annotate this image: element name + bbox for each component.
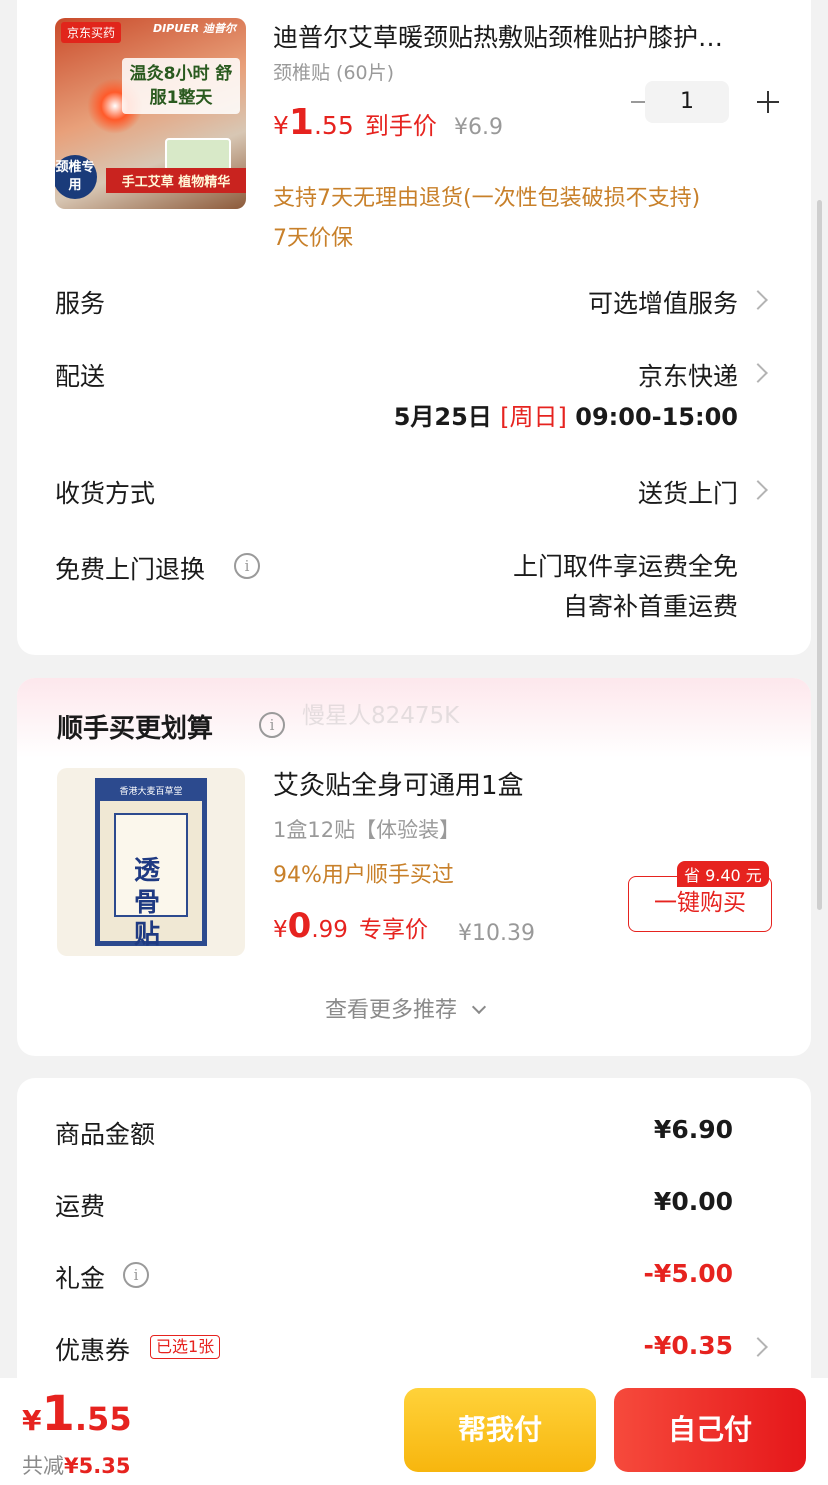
discount-value: ¥5.35 <box>64 1454 131 1478</box>
box-top-label: 香港大麦百草堂 <box>100 783 202 801</box>
shipping-label: 运费 <box>55 1192 106 1221</box>
recommend-original-price: ¥10.39 <box>458 921 535 946</box>
goods-amount-value: ¥6.90 <box>653 1115 733 1144</box>
price-protect: 7天价保 <box>273 226 353 251</box>
info-icon[interactable]: i <box>123 1262 149 1288</box>
delivery-value[interactable]: 京东快递 <box>638 357 738 393</box>
free-return-line2: 自寄补首重运费 <box>562 592 738 621</box>
product-bottom-banner: 手工艾草 植物精华 <box>106 168 246 193</box>
delivery-window: 09:00-15:00 <box>575 403 738 431</box>
help-pay-button[interactable]: 帮我付 <box>404 1388 596 1472</box>
see-more-label: 查看更多推荐 <box>325 998 458 1023</box>
info-icon[interactable]: i <box>259 712 285 738</box>
self-pay-button[interactable]: 自己付 <box>614 1388 806 1472</box>
product-title[interactable]: 迪普尔艾草暖颈贴热敷贴颈椎贴护膝护… <box>273 18 773 54</box>
coupon-label: 优惠券 <box>55 1336 131 1365</box>
delivery-date: 5月25日 <box>393 403 492 431</box>
price-decimal: .55 <box>313 111 354 140</box>
price-integer: 0 <box>287 906 312 946</box>
service-label: 服务 <box>55 289 106 318</box>
product-spec[interactable]: 颈椎贴 (60片) <box>273 58 394 85</box>
chevron-right-icon[interactable] <box>748 290 768 310</box>
brand-logo: DIPUER 迪普尔 <box>152 22 236 35</box>
return-policy: 支持7天无理由退货(一次性包装破损不支持) <box>273 186 701 211</box>
box-inner-frame: 透骨贴 <box>114 813 188 950</box>
gift-value: -¥5.00 <box>643 1259 733 1288</box>
price-decimal: .99 <box>311 917 348 943</box>
chevron-down-icon <box>471 999 487 1015</box>
receive-method-label: 收货方式 <box>55 479 156 508</box>
receive-method-value[interactable]: 送货上门 <box>638 474 738 510</box>
delivery-time[interactable]: 5月25日 [周日] 09:00-15:00 <box>394 397 738 432</box>
original-price: ¥6.9 <box>454 115 503 140</box>
free-return-line1: 上门取件享运费全免 <box>512 552 738 581</box>
see-more-link[interactable]: 查看更多推荐 <box>325 992 487 1024</box>
recommend-heading: 顺手买更划算 <box>57 714 214 744</box>
recommend-title[interactable]: 艾灸贴全身可通用1盒 <box>273 765 524 802</box>
delivery-label: 配送 <box>55 362 106 391</box>
price-integer: 1 <box>41 1386 75 1442</box>
checkout-bar: ¥1.55 共减¥5.35 帮我付 自己付 <box>0 1378 828 1485</box>
price-label: 专享价 <box>358 917 428 943</box>
goods-amount-label: 商品金额 <box>55 1120 156 1149</box>
gift-label: 礼金 <box>55 1264 106 1293</box>
coupon-selected-tag: 已选1张 <box>150 1335 221 1359</box>
product-slogan: 温灸8小时 舒服1整天 <box>122 58 240 114</box>
total-discount: 共减¥5.35 <box>22 1450 130 1480</box>
recommend-price: ¥0.99 专享价 <box>273 906 428 946</box>
recommend-card: 慢星人82475K 顺手买更划算 i 香港大麦百草堂 透骨贴 艾灸贴全身可通用1… <box>17 678 811 1056</box>
product-image[interactable]: 京东买药 DIPUER 迪普尔 温灸8小时 舒服1整天 颈椎专用 手工艾草 植物… <box>55 18 246 209</box>
neck-badge: 颈椎专用 <box>55 155 97 199</box>
info-icon[interactable]: i <box>234 553 260 579</box>
chevron-right-icon[interactable] <box>748 363 768 383</box>
watermark: 慢星人82475K <box>302 703 460 729</box>
recommend-product-image[interactable]: 香港大麦百草堂 透骨贴 <box>57 768 245 956</box>
recommend-social-proof: 94%用户顺手买过 <box>273 863 454 888</box>
plus-icon <box>767 91 769 113</box>
service-value[interactable]: 可选增值服务 <box>588 284 738 320</box>
chevron-right-icon[interactable] <box>748 1337 768 1357</box>
price-decimal: .55 <box>74 1400 132 1438</box>
chevron-right-icon[interactable] <box>748 480 768 500</box>
price-symbol: ¥ <box>22 1404 42 1437</box>
coupon-value[interactable]: -¥0.35 <box>644 1331 733 1360</box>
save-amount-badge: 省 9.40 元 <box>677 861 769 887</box>
scrollbar[interactable] <box>817 200 822 910</box>
jd-pharmacy-tag: 京东买药 <box>61 22 122 43</box>
product-price: ¥1.55 到手价 <box>273 102 437 143</box>
product-box-graphic: 香港大麦百草堂 透骨贴 <box>95 778 207 950</box>
discount-label: 共减 <box>22 1454 64 1478</box>
recommend-spec: 1盒12贴【体验装】 <box>273 818 461 842</box>
price-integer: 1 <box>288 102 314 143</box>
total-price: ¥1.55 <box>22 1386 132 1442</box>
shipping-value: ¥0.00 <box>653 1187 733 1216</box>
free-return-label: 免费上门退换 <box>55 555 206 584</box>
price-symbol: ¥ <box>273 111 289 140</box>
price-symbol: ¥ <box>273 917 288 943</box>
price-summary-card: 商品金额 ¥6.90 运费 ¥0.00 礼金 i -¥5.00 优惠券 已选1张… <box>17 1078 811 1408</box>
delivery-weekday: [周日] <box>500 403 567 431</box>
price-label: 到手价 <box>364 112 437 140</box>
box-title: 透骨贴 <box>134 856 161 950</box>
quantity-input[interactable]: 1 <box>645 81 729 123</box>
product-card: 京东买药 DIPUER 迪普尔 温灸8小时 舒服1整天 颈椎专用 手工艾草 植物… <box>17 0 811 655</box>
